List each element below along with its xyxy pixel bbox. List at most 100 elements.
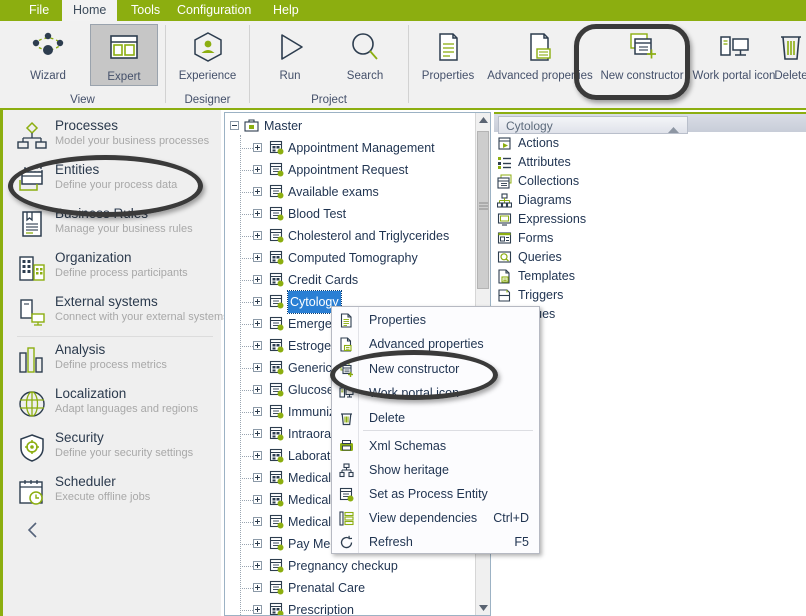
- ribbon-button-experience[interactable]: Experience: [168, 24, 247, 83]
- entity-icon: [269, 580, 284, 595]
- tree-connector-h: [240, 346, 253, 347]
- entity-icon: [269, 382, 284, 397]
- menu-item-tools[interactable]: Tools: [120, 0, 171, 21]
- tree-expander[interactable]: [253, 187, 262, 196]
- tree-expander[interactable]: [253, 407, 262, 416]
- process-entity-icon: [269, 250, 284, 265]
- context-menu-item[interactable]: Show heritage: [333, 459, 539, 482]
- tree-expander[interactable]: [253, 517, 262, 526]
- entity-icon: [269, 316, 284, 331]
- sidebar-item-analysis-title: Analysis: [55, 342, 106, 357]
- ribbon-button-work-portal-icon-label: Work portal icon: [692, 70, 776, 82]
- tree-connector-h: [240, 302, 253, 303]
- tree-expander[interactable]: [253, 319, 262, 328]
- menu-item-file[interactable]: File: [18, 0, 60, 21]
- tree-expander[interactable]: [253, 451, 262, 460]
- tree-expander[interactable]: [253, 385, 262, 394]
- delete-icon: [339, 411, 354, 426]
- sidebar-item-business-rules[interactable]: Business Rules Manage your business rule…: [17, 206, 217, 244]
- ribbon-button-properties[interactable]: Properties: [411, 24, 485, 83]
- sidebar-item-external-systems[interactable]: External systems Connect with your exter…: [17, 294, 229, 332]
- menu-item-help[interactable]: Help: [262, 0, 310, 21]
- context-menu-item[interactable]: Set as Process Entity: [333, 483, 539, 506]
- queries-icon: [497, 250, 512, 265]
- chevron-left-icon[interactable]: [25, 520, 41, 545]
- tree-node-label: Credit Cards: [288, 273, 359, 287]
- tree-connector-h: [240, 192, 253, 193]
- tree-expander[interactable]: [253, 341, 262, 350]
- context-menu[interactable]: Properties Advanced properties New constru…: [331, 306, 540, 554]
- context-menu-item-label: Properties: [369, 313, 426, 327]
- context-menu-item-label: Xml Schemas: [369, 439, 447, 453]
- context-menu-item[interactable]: Advanced properties: [333, 333, 539, 356]
- context-menu-item[interactable]: Refresh F5: [333, 531, 539, 554]
- tree-connector-h: [240, 588, 253, 589]
- tree-node-label: Prescription: [288, 603, 354, 616]
- tree-scrollbar-thumb[interactable]: [477, 131, 489, 289]
- context-menu-item[interactable]: Delete: [333, 407, 539, 430]
- tree-expander[interactable]: [253, 209, 262, 218]
- business-rules-icon: [17, 209, 47, 239]
- tree-connector-h: [240, 324, 253, 325]
- ribbon-button-wizard[interactable]: Wizard: [16, 24, 80, 83]
- tree-expander[interactable]: [253, 297, 262, 306]
- properties-icon: [411, 24, 485, 70]
- caret-up-icon[interactable]: [668, 123, 679, 137]
- tree-connector-h: [240, 368, 253, 369]
- ribbon-button-new-constructor[interactable]: New constructor: [595, 24, 689, 83]
- ribbon-group-project: Run Search Project: [250, 21, 408, 108]
- sidebar-item-localization[interactable]: Localization Adapt languages and regions: [17, 386, 217, 424]
- tree-expander[interactable]: [253, 165, 262, 174]
- delete-icon: [769, 24, 806, 70]
- ribbon-button-advanced-properties[interactable]: Advanced properties: [485, 24, 595, 83]
- context-menu-item[interactable]: New constructor: [333, 358, 539, 381]
- ribbon-button-work-portal-icon[interactable]: Work portal icon: [690, 24, 778, 83]
- context-menu-item[interactable]: View dependencies Ctrl+D: [333, 507, 539, 530]
- localization-icon: [17, 389, 47, 419]
- scroll-down-icon[interactable]: [476, 600, 490, 615]
- tree-expander-master[interactable]: [230, 121, 239, 130]
- experience-icon: [168, 24, 247, 70]
- ribbon-button-run[interactable]: Run: [258, 24, 322, 83]
- sidebar-item-organization[interactable]: Organization Define process participants: [17, 250, 217, 288]
- menu-item-configuration[interactable]: Configuration: [166, 0, 262, 21]
- sidebar-item-analysis[interactable]: Analysis Define process metrics: [17, 342, 217, 380]
- tree-expander[interactable]: [253, 583, 262, 592]
- scroll-up-icon[interactable]: [476, 113, 490, 128]
- sidebar-item-security[interactable]: Security Define your security settings: [17, 430, 217, 468]
- tree-expander[interactable]: [253, 539, 262, 548]
- tree-expander[interactable]: [253, 495, 262, 504]
- expert-icon: [91, 25, 157, 71]
- sidebar-item-analysis-subtitle: Define process metrics: [55, 359, 167, 371]
- menu-item-home[interactable]: Home: [62, 0, 118, 21]
- tree-connector-h: [240, 412, 253, 413]
- ribbon-button-delete[interactable]: Delete: [769, 24, 806, 83]
- sidebar-item-localization-title: Localization: [55, 386, 127, 401]
- sidebar-item-processes[interactable]: Processes Model your business processes: [17, 118, 217, 156]
- entities-icon: [17, 165, 47, 195]
- tree-connector-h: [240, 610, 253, 611]
- ribbon-button-properties-label: Properties: [421, 70, 475, 82]
- tree-connector-h: [240, 456, 253, 457]
- tree-expander[interactable]: [253, 363, 262, 372]
- context-menu-item[interactable]: Work portal icon: [333, 382, 539, 405]
- tab-cytology[interactable]: Cytology: [498, 116, 688, 134]
- tree-expander[interactable]: [253, 143, 262, 152]
- ribbon-button-expert[interactable]: Expert: [90, 24, 158, 86]
- context-menu-item[interactable]: Xml Schemas: [333, 435, 539, 458]
- tree-expander[interactable]: [253, 231, 262, 240]
- sidebar-item-entities[interactable]: Entities Define your process data: [17, 162, 217, 200]
- work-portal-icon: [339, 386, 354, 401]
- tree-expander[interactable]: [253, 561, 262, 570]
- tree-expander[interactable]: [253, 605, 262, 614]
- context-menu-item[interactable]: Properties: [333, 309, 539, 332]
- ribbon-button-advanced-properties-label: Advanced properties: [487, 70, 593, 82]
- show-heritage-icon: [339, 463, 354, 478]
- sidebar-item-scheduler[interactable]: Scheduler Execute offline jobs: [17, 474, 217, 512]
- tree-expander[interactable]: [253, 275, 262, 284]
- ribbon-button-search[interactable]: Search: [330, 24, 400, 83]
- context-menu-item-label: Set as Process Entity: [369, 487, 488, 501]
- tree-expander[interactable]: [253, 253, 262, 262]
- tree-expander[interactable]: [253, 473, 262, 482]
- tree-expander[interactable]: [253, 429, 262, 438]
